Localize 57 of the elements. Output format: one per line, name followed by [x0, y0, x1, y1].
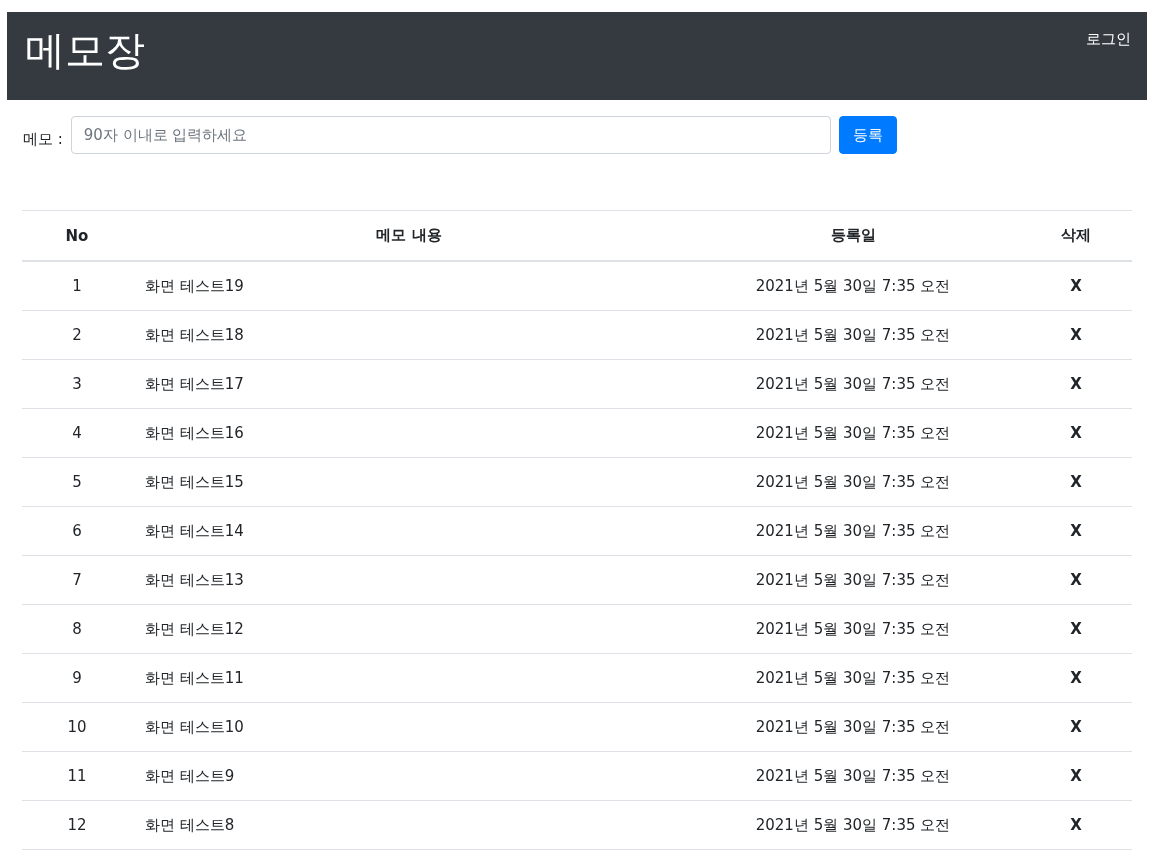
- register-button[interactable]: 등록: [838, 116, 897, 154]
- delete-button[interactable]: X: [1070, 571, 1082, 589]
- delete-button[interactable]: X: [1070, 326, 1082, 344]
- row-number: 4: [71, 424, 83, 442]
- app-title: 메모장: [25, 28, 145, 72]
- registered-date: 2021년 5월 30일 7:35 오전: [754, 276, 952, 296]
- row-number: 12: [66, 816, 88, 834]
- row-number: 10: [66, 718, 88, 736]
- delete-button[interactable]: X: [1070, 375, 1082, 393]
- column-header: 등록일: [829, 226, 877, 245]
- memo-content: 화면 테스트10: [144, 717, 245, 737]
- memo-content: 화면 테스트18: [144, 325, 245, 345]
- memo-content: 화면 테스트16: [144, 423, 245, 443]
- registered-date: 2021년 5월 30일 7:35 오전: [754, 472, 952, 492]
- registered-date: 2021년 5월 30일 7:35 오전: [754, 619, 952, 639]
- row-number: 2: [71, 326, 83, 344]
- row-number: 3: [71, 375, 83, 393]
- memo-content: 화면 테스트17: [144, 374, 245, 394]
- memo-content: 화면 테스트13: [144, 570, 245, 590]
- row-number: 9: [71, 669, 83, 687]
- row-number: 11: [66, 767, 88, 785]
- registered-date: 2021년 5월 30일 7:35 오전: [754, 423, 952, 443]
- registered-date: 2021년 5월 30일 7:35 오전: [754, 521, 952, 541]
- row-number: 1: [71, 277, 83, 295]
- column-header: 메모 내용: [375, 226, 443, 245]
- delete-button[interactable]: X: [1070, 620, 1082, 638]
- registered-date: 2021년 5월 30일 7:35 오전: [754, 325, 952, 345]
- delete-button[interactable]: X: [1070, 277, 1082, 295]
- column-header: 삭제: [1060, 226, 1092, 245]
- delete-button[interactable]: X: [1070, 669, 1082, 687]
- memo-content: 화면 테스트12: [144, 619, 245, 639]
- memo-content: 화면 테스트9: [144, 766, 236, 786]
- row-number: 5: [71, 473, 83, 491]
- delete-button[interactable]: X: [1070, 424, 1082, 442]
- delete-button[interactable]: X: [1070, 816, 1082, 834]
- delete-button[interactable]: X: [1070, 522, 1082, 540]
- registered-date: 2021년 5월 30일 7:35 오전: [754, 668, 952, 688]
- registered-date: 2021년 5월 30일 7:35 오전: [754, 766, 952, 786]
- memo-content: 화면 테스트15: [144, 472, 245, 492]
- memo-content: 화면 테스트8: [144, 815, 236, 835]
- row-number: 8: [71, 620, 83, 638]
- delete-button[interactable]: X: [1070, 718, 1082, 736]
- delete-button[interactable]: X: [1070, 767, 1082, 785]
- registered-date: 2021년 5월 30일 7:35 오전: [754, 374, 952, 394]
- memo-content: 화면 테스트11: [144, 668, 245, 688]
- memo-label: 메모 :: [23, 129, 63, 149]
- memo-content: 화면 테스트14: [144, 521, 245, 541]
- memo-input-field[interactable]: 90자 이내로 입력하세요: [70, 116, 831, 154]
- row-number: 7: [71, 571, 83, 589]
- delete-button[interactable]: X: [1070, 473, 1082, 491]
- registered-date: 2021년 5월 30일 7:35 오전: [754, 717, 952, 737]
- memo-content: 화면 테스트19: [144, 276, 245, 296]
- registered-date: 2021년 5월 30일 7:35 오전: [754, 570, 952, 590]
- row-number: 6: [71, 522, 83, 540]
- registered-date: 2021년 5월 30일 7:35 오전: [754, 815, 952, 835]
- login-link[interactable]: 로그인: [1086, 30, 1131, 49]
- column-header: No: [64, 226, 90, 245]
